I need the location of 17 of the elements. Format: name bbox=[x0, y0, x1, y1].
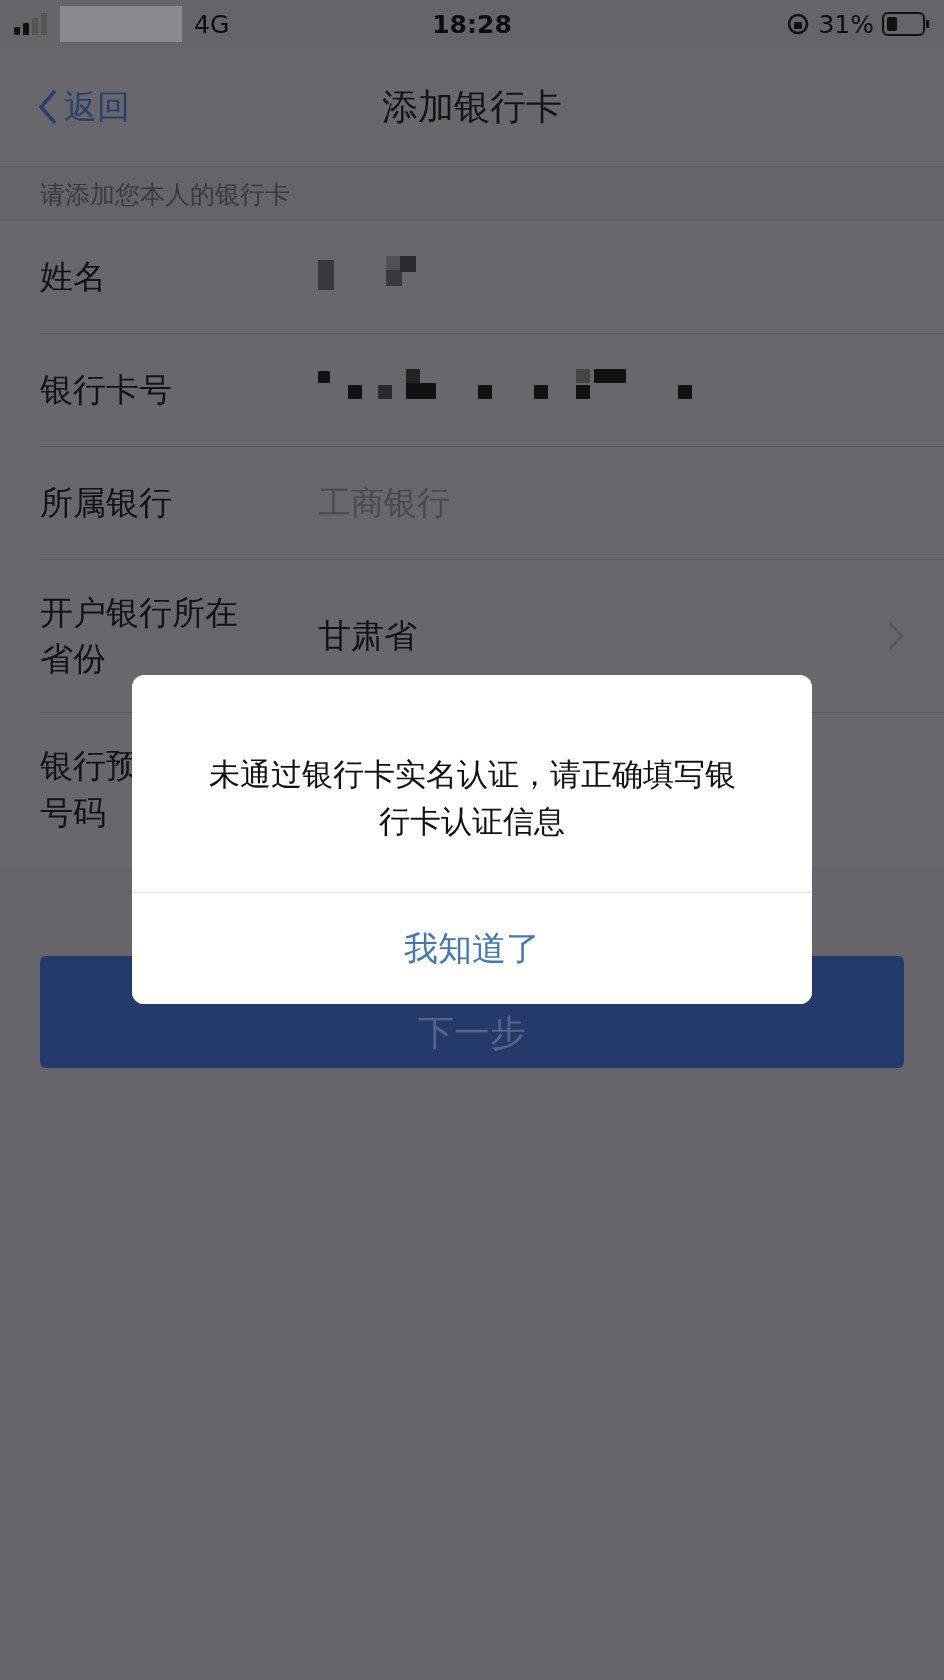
field-label: 所属银行 bbox=[40, 481, 173, 524]
got-it-button[interactable]: 我知道了 bbox=[132, 892, 812, 1004]
battery-icon bbox=[882, 12, 930, 36]
signal-icon bbox=[14, 13, 48, 35]
rotation-lock-icon bbox=[786, 12, 811, 36]
field-label: 开户银行所在省份 bbox=[40, 592, 239, 681]
clock-time: 18:28 bbox=[432, 9, 512, 39]
page-title: 添加银行卡 bbox=[381, 84, 563, 129]
chevron-left-icon bbox=[38, 89, 58, 125]
battery-percent: 31% bbox=[818, 9, 874, 39]
network-type: 4G bbox=[194, 9, 230, 39]
back-button[interactable]: 返回 bbox=[0, 84, 130, 130]
field-label: 姓名 bbox=[40, 255, 107, 298]
field-label: 号码 bbox=[40, 791, 106, 834]
province-value[interactable]: 甘肃省 bbox=[318, 613, 888, 659]
field-label: 银行卡号 bbox=[40, 368, 173, 411]
alert-message: 未通过银行卡实名认证，请正确填写银行卡认证信息 bbox=[207, 755, 737, 841]
